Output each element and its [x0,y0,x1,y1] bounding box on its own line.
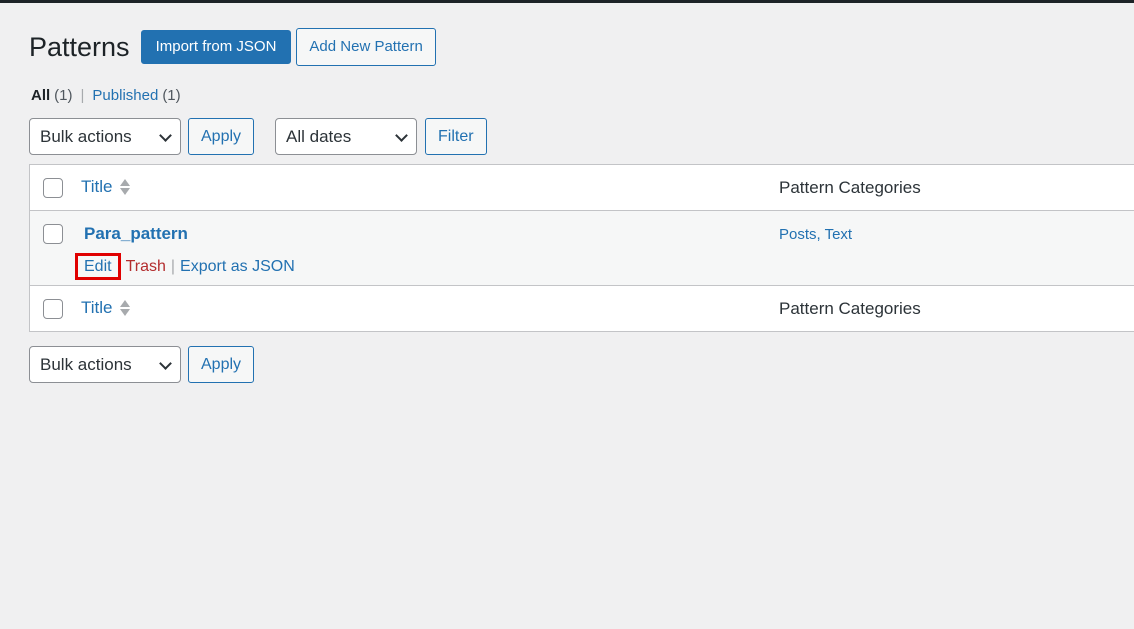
apply-button-bottom[interactable]: Apply [188,346,255,383]
page-header: Patterns Import from JSON Add New Patter… [29,28,1134,66]
table-header-row: Title Pattern Categories [30,165,1134,211]
edit-link[interactable]: Edit [75,253,121,280]
action-separator: | [170,257,176,275]
main-content: Patterns Import from JSON Add New Patter… [29,28,1134,383]
admin-top-bar [0,0,1134,3]
row-checkbox[interactable] [43,224,63,244]
categories-column-footer: Pattern Categories [779,299,921,318]
chevron-down-icon [159,357,172,370]
filter-published-count: (1) [162,87,181,104]
chevron-down-icon [395,129,408,142]
filter-published[interactable]: Published [92,87,158,104]
dates-select[interactable]: All dates [275,118,418,155]
export-json-link[interactable]: Export as JSON [180,258,295,276]
tablenav-top: Bulk actions Apply All dates Filter [29,118,487,155]
trash-link[interactable]: Trash [126,258,166,276]
title-column-header[interactable]: Title [81,177,130,197]
table-footer-row: Title Pattern Categories [30,286,1134,331]
title-column-label: Title [81,177,113,196]
pattern-title-link[interactable]: Para_pattern [84,224,188,244]
select-all-checkbox-footer[interactable] [43,299,63,319]
categories-column-header: Pattern Categories [779,178,921,197]
bulk-actions-value: Bulk actions [40,127,132,146]
pattern-categories[interactable]: Posts, Text [779,226,852,243]
patterns-table: Title Pattern Categories Para_pattern Ed… [29,164,1134,332]
table-row: Para_pattern Edit Trash | Export as JSON… [30,211,1134,286]
bulk-actions-value-bottom: Bulk actions [40,355,132,374]
add-new-pattern-button[interactable]: Add New Pattern [296,28,436,66]
apply-button[interactable]: Apply [188,118,255,155]
tablenav-bottom: Bulk actions Apply [29,346,255,383]
filter-all-count: (1) [54,87,73,104]
filter-button[interactable]: Filter [425,118,487,155]
sort-icon [119,179,130,195]
bulk-actions-select-bottom[interactable]: Bulk actions [29,346,181,383]
title-column-footer[interactable]: Title [81,298,130,318]
dates-value: All dates [286,127,352,146]
row-actions: Edit Trash | Export as JSON [75,253,295,280]
bulk-actions-select[interactable]: Bulk actions [29,118,181,155]
filter-separator: | [80,87,85,104]
import-json-button[interactable]: Import from JSON [140,30,292,64]
status-filters: All (1) | Published (1) [31,87,181,104]
select-all-checkbox[interactable] [43,178,63,198]
chevron-down-icon [159,129,172,142]
page-title: Patterns [29,32,130,62]
sort-icon [119,300,130,316]
filter-all[interactable]: All [31,87,50,104]
title-footer-label: Title [81,298,113,317]
